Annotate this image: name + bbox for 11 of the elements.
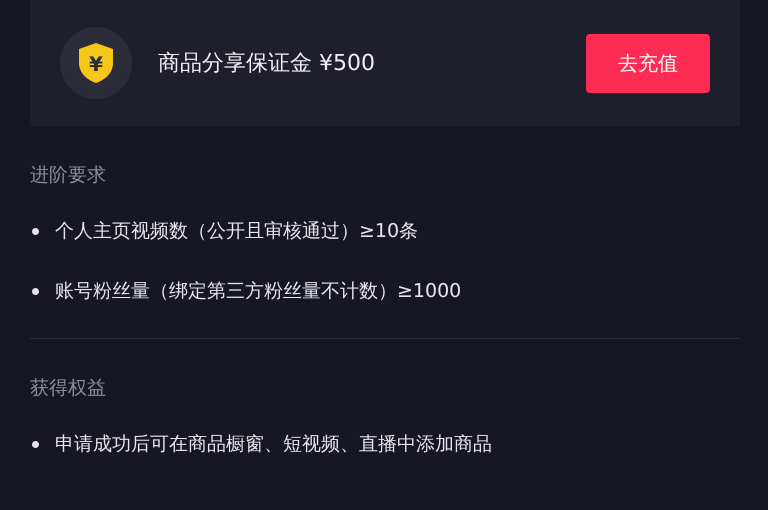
- bullet-icon: [32, 228, 39, 234]
- deposit-label: 商品分享保证金 ¥500: [158, 50, 376, 78]
- section-title: 获得权益: [30, 376, 107, 401]
- list-item-text: 申请成功后可在商品橱窗、短视频、直播中添加商品: [55, 432, 492, 457]
- shield-badge-icon: ¥: [60, 27, 132, 99]
- section-title: 进阶要求: [30, 163, 107, 188]
- list-item-text: 个人主页视频数（公开且审核通过）≥10条: [55, 219, 418, 244]
- list-item-text: 账号粉丝量（绑定第三方粉丝量不计数）≥1000: [55, 279, 462, 304]
- recharge-button[interactable]: 去充值: [586, 34, 710, 92]
- bullet-icon: [32, 288, 39, 294]
- bullet-icon: [32, 440, 39, 448]
